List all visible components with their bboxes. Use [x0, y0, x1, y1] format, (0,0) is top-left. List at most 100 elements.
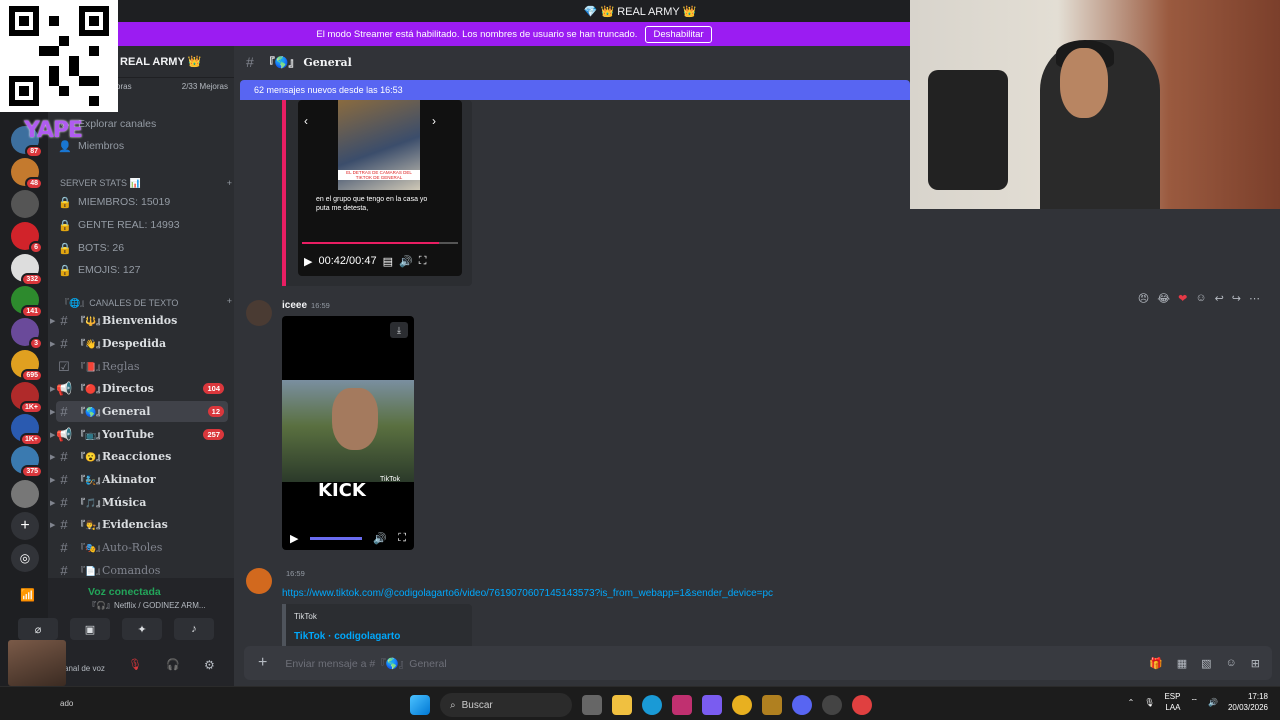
captions-icon[interactable]: ▤ — [383, 255, 393, 268]
stat-real[interactable]: 🔒 GENTE REAL: 14993 — [58, 215, 230, 235]
screen-share-button[interactable]: ▣ — [70, 618, 110, 640]
more-icon[interactable]: ⋯ — [1249, 292, 1260, 305]
video-progress[interactable] — [302, 242, 458, 244]
add-attachment-icon[interactable]: + — [258, 654, 267, 672]
server-icon[interactable]: 6 — [11, 222, 43, 254]
copilot-icon[interactable] — [702, 695, 722, 715]
server-icon[interactable]: 3 — [11, 318, 43, 350]
play-icon[interactable]: ▶ — [304, 255, 312, 268]
activities-button[interactable]: ✦ — [122, 618, 162, 640]
task-view-icon[interactable] — [582, 695, 602, 715]
app-icon[interactable] — [672, 695, 692, 715]
reaction-icon[interactable]: 😂 — [1157, 292, 1170, 305]
members-link[interactable]: 👤 Miembros — [58, 136, 230, 156]
wifi-icon[interactable]: ⌔ — [1190, 697, 1198, 707]
channel-despedida[interactable]: ▶ # 『👋』 Despedida — [50, 333, 228, 354]
stats-category[interactable]: SERVER STATS 📊 + — [60, 178, 232, 189]
channel-general[interactable]: ▶ # 『🌎』 General 12 — [50, 401, 228, 422]
fullscreen-icon[interactable]: ⛶ — [419, 255, 427, 268]
volume-slider[interactable] — [309, 536, 362, 540]
message-link[interactable]: https://www.tiktok.com/@codigolagarto6/v… — [282, 588, 773, 599]
author-name[interactable]: iceee — [282, 300, 307, 311]
explore-icon[interactable]: ◎ — [11, 544, 39, 572]
settings-icon[interactable]: ⚙ — [204, 658, 215, 672]
channel-reacciones[interactable]: ▶ # 『😮』 Reacciones — [50, 446, 228, 467]
stat-members[interactable]: 🔒 MIEMBROS: 15019 — [58, 192, 230, 212]
browser-icon[interactable] — [852, 695, 872, 715]
server-icon[interactable]: 1K+ — [11, 414, 43, 446]
prev-icon[interactable]: ‹ — [304, 114, 308, 128]
stat-bots[interactable]: 🔒 BOTS: 26 — [58, 238, 230, 258]
voice-channel[interactable]: 『🎧』Netflix / GODINEZ ARM... — [88, 600, 206, 611]
disable-streamer-button[interactable]: Deshabilitar — [645, 25, 712, 43]
channel-youtube[interactable]: ▶ 📢 『📺』 YouTube 257 — [50, 424, 228, 445]
apps-icon[interactable]: ⊞ — [1251, 657, 1260, 670]
next-icon[interactable]: › — [432, 114, 436, 128]
windows-start-icon[interactable] — [410, 695, 430, 715]
embed-provider: TikTok — [294, 612, 317, 621]
new-messages-bar[interactable]: 62 mensajes nuevos desde las 16:53 — [240, 80, 910, 100]
server-icon[interactable]: 48 — [11, 158, 43, 190]
play-icon[interactable]: ▶ — [290, 532, 298, 545]
chrome-icon[interactable] — [732, 695, 752, 715]
message-input[interactable]: + Enviar mensaje a #『🌎』General 🎁 ▦ ▧ ☺ ⊞ — [244, 646, 1272, 680]
volume-icon[interactable]: 🔊 — [399, 255, 413, 268]
gift-icon[interactable]: 🎁 — [1149, 657, 1163, 670]
game-icon[interactable] — [762, 695, 782, 715]
explore-channels[interactable]: ◈ Explorar canales — [58, 114, 230, 134]
channel-title: General — [303, 55, 352, 69]
boost-progress[interactable]: oras 2/33 Mejoras — [116, 82, 228, 91]
video-player[interactable]: ‹ › EL DETRAS DE CAMARAS DEL TIKTOK DE G… — [298, 100, 462, 276]
channel-directos[interactable]: ▶ 📢 『🔴』 Directos 104 — [50, 378, 228, 399]
reaction-icon[interactable]: 😠 — [1138, 292, 1149, 305]
facecam-overlay — [8, 640, 66, 686]
add-server-icon[interactable]: + — [11, 512, 39, 540]
channel-bienvenidos[interactable]: ▶ # 『🔱』 Bienvenidos — [50, 310, 228, 331]
soundboard-button[interactable]: ♪ — [174, 618, 214, 640]
reply-icon[interactable]: ↩ — [1215, 292, 1224, 305]
add-reaction-icon[interactable]: ☺ — [1195, 292, 1206, 305]
download-icon[interactable]: ⤓ — [390, 322, 408, 338]
heart-icon[interactable]: ❤ — [1178, 292, 1187, 305]
mic-icon[interactable]: 🎙 — [1144, 698, 1154, 707]
avatar[interactable] — [246, 568, 272, 594]
taskbar-search[interactable]: ⌕ Buscar — [440, 693, 572, 717]
video-player[interactable]: ⤓ KICK TikTok ▶ 🔊 ⛶ — [282, 316, 414, 550]
server-icon[interactable]: 695 — [11, 350, 43, 382]
volume-icon[interactable]: 🔊 — [373, 532, 387, 545]
streamer-mode-banner: El modo Streamer está habilitado. Los no… — [118, 22, 910, 46]
gif-icon[interactable]: ▦ — [1177, 657, 1187, 670]
channel-auto-roles[interactable]: # 『🎭』 Auto-Roles — [56, 537, 228, 558]
deafen-icon[interactable]: 🎧 — [166, 658, 180, 671]
text-category[interactable]: 『🌐』CANALES DE TEXTO + — [60, 296, 232, 309]
channel-evidencias[interactable]: ▶ # 『👨‍⚖️』 Evidencias — [50, 514, 228, 535]
mute-icon[interactable]: 🎙 — [128, 658, 142, 671]
chevron-up-icon[interactable]: ⌃ — [1128, 698, 1135, 707]
server-icon[interactable] — [11, 190, 39, 218]
voice-status[interactable]: Voz conectada — [88, 586, 161, 598]
forward-icon[interactable]: ↪ — [1232, 292, 1241, 305]
obs-icon[interactable] — [822, 695, 842, 715]
volume-icon[interactable]: 🔊 — [1208, 698, 1218, 707]
channel-musica[interactable]: ▶ # 『🎵』 Música — [50, 492, 228, 513]
server-icon[interactable]: 332 — [11, 254, 43, 286]
discord-icon[interactable] — [792, 695, 812, 715]
channel-akinator[interactable]: ▶ # 『🧞』 Akinator — [50, 469, 228, 490]
avatar[interactable] — [246, 300, 272, 326]
fullscreen-icon[interactable]: ⛶ — [398, 532, 406, 545]
server-icon[interactable] — [11, 480, 39, 508]
server-icon[interactable]: 375 — [11, 446, 43, 478]
streamer-text: El modo Streamer está habilitado. Los no… — [316, 28, 638, 40]
video-off-button[interactable]: ⌀ — [18, 618, 58, 640]
embed-title[interactable]: TikTok · codigolagarto — [294, 631, 464, 642]
stat-emojis[interactable]: 🔒 EMOJIS: 127 — [58, 260, 230, 280]
clock[interactable]: 17:18 20/03/2026 — [1228, 691, 1268, 713]
server-icon[interactable]: 1K+ — [11, 382, 43, 414]
file-explorer-icon[interactable] — [612, 695, 632, 715]
language-indicator[interactable]: ESP LAA — [1164, 691, 1180, 713]
channel-reglas[interactable]: ☑ 『📕』 Reglas — [56, 356, 228, 377]
server-icon[interactable]: 141 — [11, 286, 43, 318]
emoji-icon[interactable]: ☺ — [1226, 657, 1237, 670]
edge-icon[interactable] — [642, 695, 662, 715]
sticker-icon[interactable]: ▧ — [1201, 657, 1211, 670]
